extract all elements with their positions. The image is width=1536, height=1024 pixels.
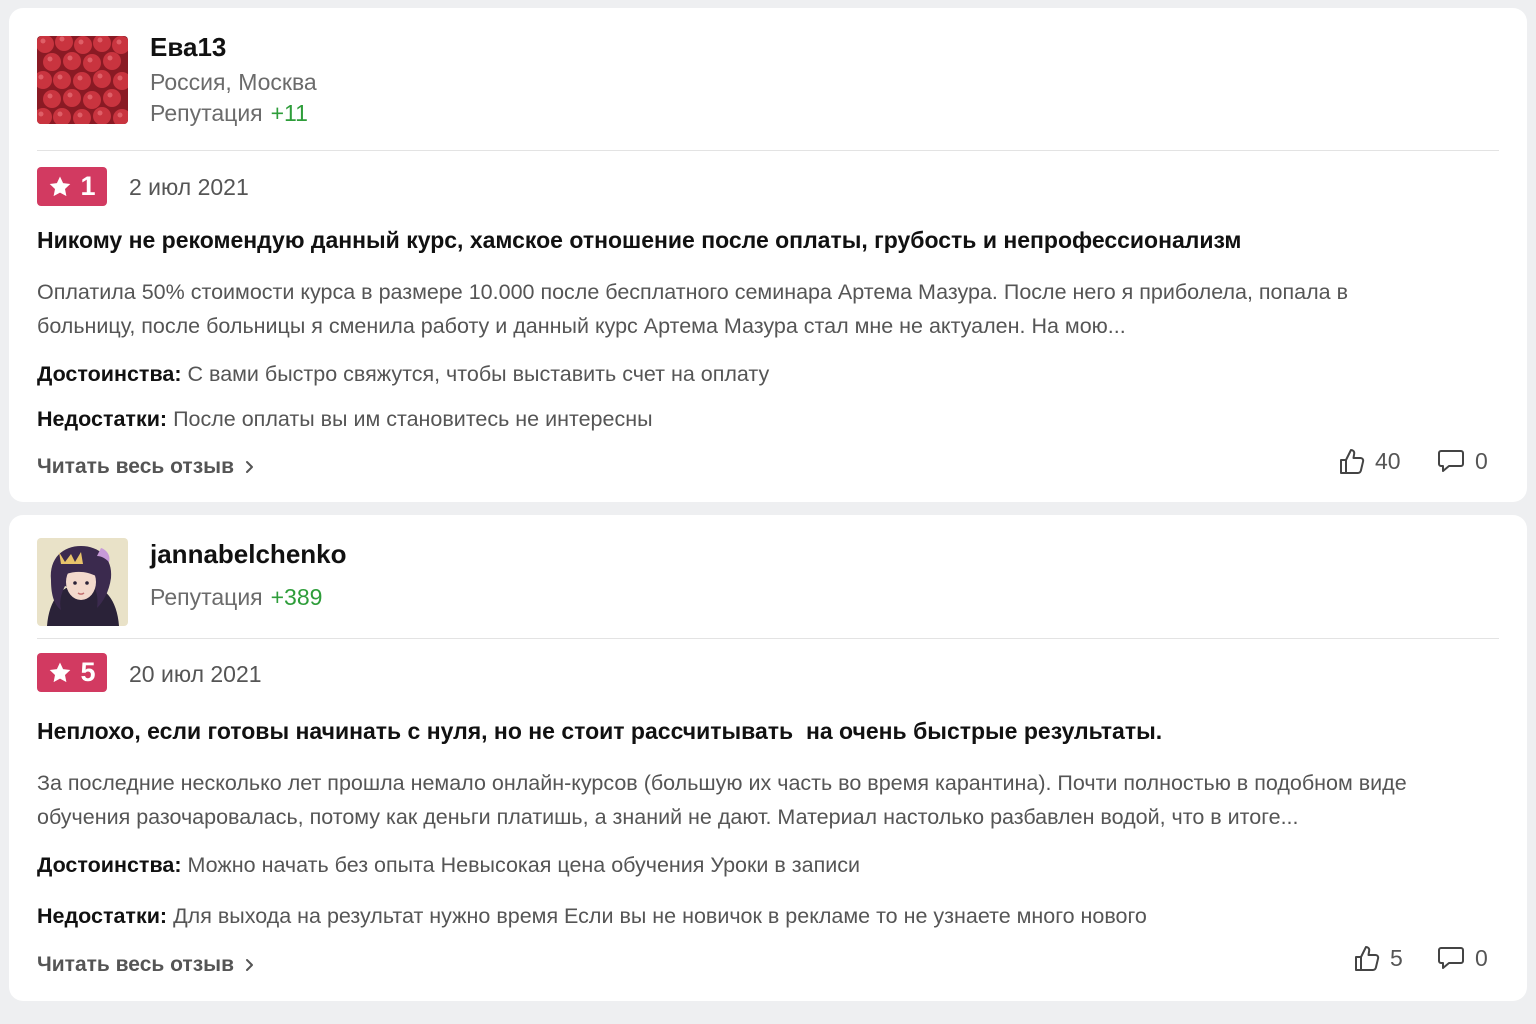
review-pros: Достоинства: С вами быстро свяжутся, чтоб…	[37, 362, 1487, 387]
like-button[interactable]: 40	[1339, 448, 1401, 475]
comment-icon	[1438, 947, 1464, 969]
user-reputation: Репутация +389	[150, 584, 322, 611]
review-card: Ева13 Россия, Москва Репутация +11 1 2 ию…	[9, 8, 1527, 502]
username[interactable]: jannabelchenko	[150, 539, 347, 570]
user-avatar[interactable]	[37, 538, 128, 626]
user-reputation: Репутация +11	[150, 100, 308, 127]
pros-label: Достоинства:	[37, 362, 182, 386]
review-cons: Недостатки: После оплаты вы им становитес…	[37, 407, 1487, 432]
pros-text: С вами быстро свяжутся, чтобы выставить …	[187, 362, 770, 386]
pros-text: Можно начать без опыта Невысокая цена об…	[187, 853, 861, 877]
comment-icon	[1438, 450, 1464, 472]
comments-button[interactable]: 0	[1437, 945, 1488, 972]
read-full-review-link[interactable]: Читать весь отзыв	[37, 455, 256, 479]
review-pros: Достоинства: Можно начать без опыта Невыс…	[37, 853, 1487, 878]
cons-text: Для выхода на результат нужно время Если…	[173, 904, 1147, 928]
read-full-review-link[interactable]: Читать весь отзыв	[37, 953, 256, 977]
rating-badge: 5	[37, 653, 107, 692]
comment-count: 0	[1475, 945, 1488, 971]
cons-label: Недостатки:	[37, 904, 168, 928]
reputation-label: Репутация	[150, 584, 263, 610]
review-title[interactable]: Неплохо, если готовы начинать с нуля, но…	[37, 718, 1487, 745]
divider	[37, 638, 1499, 639]
review-date: 20 июл 2021	[129, 661, 262, 687]
star-icon	[50, 662, 71, 682]
read-more-label: Читать весь отзыв	[37, 455, 234, 478]
thumbs-up-icon	[1355, 946, 1380, 971]
raspberries-photo	[37, 36, 128, 124]
review-excerpt: Оплатила 50% стоимости курса в размере 1…	[37, 280, 1349, 338]
rating-badge: 1	[37, 167, 107, 206]
reputation-label: Репутация	[150, 100, 263, 126]
rating-value: 1	[80, 171, 96, 201]
like-button[interactable]: 5	[1354, 945, 1403, 972]
like-count: 40	[1375, 448, 1401, 474]
read-more-label: Читать весь отзыв	[37, 953, 234, 976]
comment-count: 0	[1475, 448, 1488, 474]
review-title[interactable]: Никому не рекомендую данный курс, хамско…	[37, 227, 1487, 254]
cons-label: Недостатки:	[37, 407, 168, 431]
comments-button[interactable]: 0	[1437, 448, 1488, 475]
user-avatar[interactable]	[37, 36, 128, 124]
cons-text: После оплаты вы им становитесь не интере…	[173, 407, 653, 431]
like-count: 5	[1390, 945, 1403, 971]
username[interactable]: Ева13	[150, 32, 226, 63]
chevron-right-icon	[246, 461, 253, 473]
star-icon	[50, 176, 71, 196]
rating-value: 5	[80, 657, 96, 687]
review-card: jannabelchenko Репутация +389 5 20 июл 20…	[9, 515, 1527, 1001]
review-excerpt: За последние несколько лет прошла немало…	[37, 771, 1407, 829]
thumbs-up-icon	[1340, 449, 1365, 474]
pros-label: Достоинства:	[37, 853, 182, 877]
review-date: 2 июл 2021	[129, 174, 249, 200]
girl-illustration	[37, 538, 128, 626]
chevron-right-icon	[246, 959, 253, 971]
user-location: Россия, Москва	[150, 69, 317, 95]
review-cons: Недостатки: Для выхода на результат нужно…	[37, 904, 1487, 929]
divider	[37, 150, 1499, 151]
reputation-value: +389	[270, 584, 323, 610]
reputation-value: +11	[270, 100, 308, 126]
